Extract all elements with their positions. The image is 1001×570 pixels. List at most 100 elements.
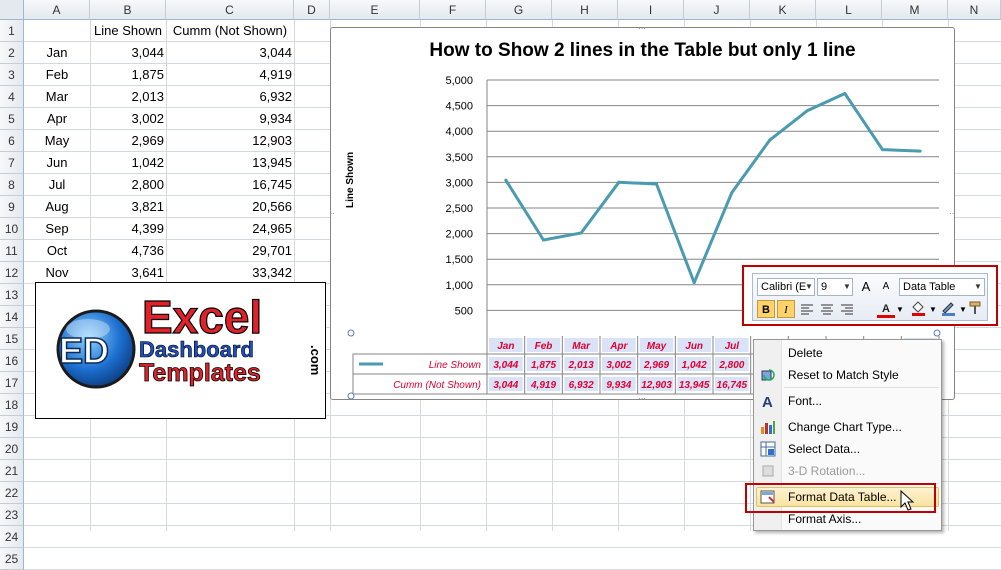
row-header-21[interactable]: 21 [0,460,24,482]
line-shown-cell[interactable]: 2,013 [90,86,164,108]
data-table-cell[interactable]: 2,013 [568,360,594,371]
series-point[interactable] [730,191,734,195]
cumm-cell[interactable]: 13,945 [166,152,292,174]
row-header-14[interactable]: 14 [0,306,24,328]
align-buttons[interactable] [799,302,879,318]
row-header-22[interactable]: 22 [0,482,24,504]
fill-color-icon[interactable] [909,300,927,318]
line-shown-cell[interactable]: 4,736 [90,240,164,262]
data-table-cell[interactable]: 4,919 [530,380,556,391]
series-point[interactable] [843,92,847,96]
line-shown-cell[interactable]: 2,800 [90,174,164,196]
series-point[interactable] [504,178,508,182]
cumm-cell[interactable]: 4,919 [166,64,292,86]
cumm-cell[interactable]: 12,903 [166,130,292,152]
bold-button[interactable]: B [757,300,775,318]
row-header-3[interactable]: 3 [0,64,24,86]
selection-handle[interactable] [933,329,941,337]
line-shown-cell[interactable]: 3,821 [90,196,164,218]
line-shown-cell[interactable]: 1,875 [90,64,164,86]
table-category-label[interactable]: Mar [572,341,591,352]
data-table-cell[interactable]: 13,945 [679,380,710,391]
column-header-k[interactable]: K [750,0,816,20]
row-header-9[interactable]: 9 [0,196,24,218]
font-chevron-icon[interactable]: ▼ [805,282,813,291]
row-header-24[interactable]: 24 [0,526,24,548]
column-header-f[interactable]: F [420,0,486,20]
data-table-cell[interactable]: 3,044 [493,360,518,371]
line-shown-cell[interactable]: 1,042 [90,152,164,174]
row-header-4[interactable]: 4 [0,86,24,108]
column-header-g[interactable]: G [486,0,552,20]
data-table-cell[interactable]: 1,875 [531,360,556,371]
chart-element-select[interactable]: Data Table [899,278,985,296]
column-header-c[interactable]: C [166,0,294,20]
series-point[interactable] [918,149,922,153]
table-category-label[interactable]: Jan [497,341,514,352]
month-cell[interactable]: Jul [24,174,90,196]
column-header-b[interactable]: B [90,0,166,20]
data-table-row-label[interactable]: Cumm (Not Shown) [393,380,481,391]
month-cell[interactable]: Oct [24,240,90,262]
table-category-label[interactable]: May [647,341,667,352]
line-shown-cell[interactable]: 2,969 [90,130,164,152]
line-shown-cell[interactable]: 4,399 [90,218,164,240]
table-category-label[interactable]: Apr [609,341,628,352]
data-table-row-label[interactable]: Line Shown [429,360,482,371]
row-header-11[interactable]: 11 [0,240,24,262]
cumm-cell[interactable]: 29,701 [166,240,292,262]
column-header-e[interactable]: E [330,0,420,20]
table-category-label[interactable]: Jul [725,341,740,352]
month-cell[interactable]: Apr [24,108,90,130]
row-header-15[interactable]: 15 [0,328,24,350]
header-line-shown[interactable]: Line Shown [90,20,166,42]
row-header-17[interactable]: 17 [0,372,24,394]
row-header-13[interactable]: 13 [0,284,24,306]
series-point[interactable] [617,180,621,184]
fill-chevron-icon[interactable]: ▼ [929,305,937,314]
menu-item-delete[interactable]: Delete [754,342,941,364]
column-header-l[interactable]: L [816,0,882,20]
select-all-corner[interactable] [0,0,24,20]
resize-handle[interactable]: ⋯ [638,394,646,399]
column-header-h[interactable]: H [552,0,618,20]
month-cell[interactable]: Sep [24,218,90,240]
column-header-i[interactable]: I [618,0,684,20]
row-header-16[interactable]: 16 [0,350,24,372]
italic-button[interactable]: I [777,300,795,318]
column-header-d[interactable]: D [294,0,330,20]
month-cell[interactable]: Mar [24,86,90,108]
cumm-cell[interactable]: 33,342 [166,262,292,284]
selection-handle[interactable] [347,392,355,399]
data-table-cell[interactable]: 12,903 [641,380,672,391]
menu-item-change-chart-type[interactable]: Change Chart Type... [754,416,941,438]
menu-item-reset-to-match-style[interactable]: Reset to Match Style [754,364,941,386]
row-header-25[interactable]: 25 [0,548,24,570]
row-header-6[interactable]: 6 [0,130,24,152]
header-cumm[interactable]: Cumm (Not Shown) [166,20,294,42]
row-header-7[interactable]: 7 [0,152,24,174]
cumm-cell[interactable]: 16,745 [166,174,292,196]
column-header-a[interactable]: A [24,0,90,20]
row-header-19[interactable]: 19 [0,416,24,438]
column-header-j[interactable]: J [684,0,750,20]
data-table-cell[interactable]: 3,044 [493,380,518,391]
font-color-button[interactable]: A [877,300,895,318]
row-header-10[interactable]: 10 [0,218,24,240]
column-header-n[interactable]: N [948,0,1001,20]
cumm-cell[interactable]: 6,932 [166,86,292,108]
resize-handle[interactable]: ⋯ [638,28,646,33]
row-header-2[interactable]: 2 [0,42,24,64]
outline-color-icon[interactable] [939,300,957,318]
row-header-20[interactable]: 20 [0,438,24,460]
month-cell[interactable]: Feb [24,64,90,86]
resize-handle[interactable]: ⋯ [331,209,335,218]
cumm-cell[interactable]: 9,934 [166,108,292,130]
table-category-label[interactable]: Feb [535,341,553,352]
series-point[interactable] [881,148,884,152]
data-table-cell[interactable]: 2,800 [718,360,744,371]
selection-handle[interactable] [347,329,355,337]
grow-font-button[interactable]: A [857,278,875,296]
data-table-cell[interactable]: 16,745 [717,380,748,391]
row-header-8[interactable]: 8 [0,174,24,196]
